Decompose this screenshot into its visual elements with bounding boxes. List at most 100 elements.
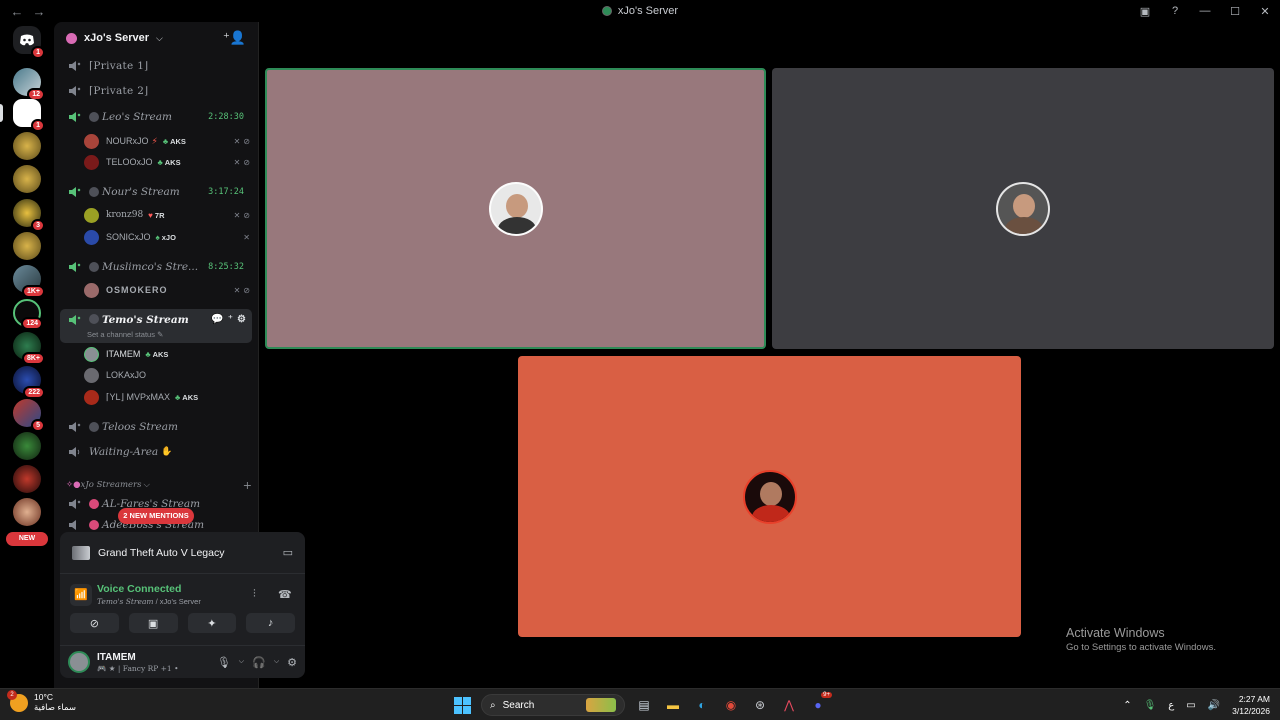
user-status-icons: ✕ ⊘ [234,286,250,295]
server-icon-12[interactable] [13,432,41,460]
server-icon-14[interactable] [13,498,41,526]
weather-widget[interactable]: 2 10°C سماء صافية [7,689,76,713]
start-button[interactable] [452,695,472,715]
voice-user-nourxjo[interactable]: NOURxJO ⚡ ♣ AKS ✕ ⊘ [84,132,254,150]
category-xjo-streamers[interactable]: ✧● xJo Streamers ⌵ + [66,478,252,492]
server-icon-5[interactable]: 3 [13,199,45,232]
disconnect-icon[interactable]: ☎ [278,588,292,601]
activities-button[interactable]: ✦ [187,613,237,633]
chat-icon[interactable]: 💬 [211,314,223,325]
camera-off-button[interactable]: ⊘ [70,613,119,633]
gear-icon[interactable]: ⚙ [237,314,246,325]
server-header[interactable]: xJo's Server ⌵ ⁺👤 [54,22,258,54]
avatar[interactable] [68,651,90,673]
back-arrow-icon[interactable]: ← [6,4,28,19]
app-icon[interactable]: ⋀ [779,695,799,715]
language-indicator[interactable]: ع [1168,700,1174,711]
server-icon-7[interactable]: 1K+ [13,265,45,298]
clock[interactable]: 2:27 AM 3/12/2026 [1232,693,1270,717]
channel-name: Leo's Stream [102,111,172,123]
voice-channel-muslimco[interactable]: Muslimco's Stre... 8:25:32 [60,257,252,277]
voice-user-osmoker[interactable]: OSMOKERO ✕ ⊘ [84,281,254,299]
pencil-icon: ✎ [157,330,164,339]
voice-channel-private2[interactable]: ⌈Private 2⌋ [60,81,252,101]
speaker-icon [67,314,81,326]
discord-taskbar-icon[interactable]: ● 9+ [808,692,832,715]
chevron-up-icon[interactable]: ⌃ [1123,700,1131,711]
voice-user-mvp[interactable]: ⌈YL⌋ MVPxMAX ♣ AKS [84,388,254,406]
avatar-head [505,193,528,218]
set-channel-status[interactable]: Set a channel status ✎ [87,330,163,339]
avatar-body [751,504,790,522]
search-label: Search [502,699,535,711]
invite-icon[interactable]: ⁺ [228,314,233,325]
add-member-icon[interactable]: ⁺👤 [223,30,246,46]
network-icon[interactable]: ▭ [1186,700,1195,711]
server-icon-11[interactable]: 5 [13,399,45,432]
create-channel-icon[interactable]: + [243,479,252,492]
task-view-icon[interactable]: ▤ [634,695,654,715]
forward-arrow-icon[interactable]: → [28,4,50,19]
share-screen-button[interactable]: ▣ [128,613,178,633]
video-tile-speaking[interactable] [265,68,766,349]
voice-user-kronz[interactable]: kronz98 ♥ 7R ✕ ⊘ [84,206,254,224]
search-highlight-image [586,698,616,712]
server-icon-9[interactable]: 8K+ [13,332,45,365]
server-icon-1[interactable]: 12 [13,68,45,101]
voice-channel-waiting[interactable]: Waiting-Area ✋ [60,442,252,462]
avatar [84,207,99,223]
windows-logo-icon [453,696,471,714]
unread-badge: 124 [21,317,43,330]
edge-icon[interactable]: ◐ [692,695,712,715]
signal-icon[interactable]: 📶 [70,584,92,606]
server-icon-10[interactable]: 222 [13,366,45,399]
gear-icon[interactable]: ⚙ [287,656,297,669]
server-icon-8[interactable]: 124 [13,299,43,330]
voice-channel-teloos[interactable]: Teloos Stream [60,417,252,437]
video-tile[interactable] [518,356,1021,637]
voice-user-loka[interactable]: LOKAxJO [84,366,254,384]
new-servers-pill[interactable]: NEW [6,532,48,546]
voice-channel-private1[interactable]: ⌈Private 1⌋ [60,56,252,76]
voice-channel-leo[interactable]: Leo's Stream 2:28:30 [60,107,252,127]
close-button[interactable]: ✕ [1250,5,1280,18]
server-icon-4[interactable] [13,165,41,193]
inbox-icon[interactable]: ▣ [1130,5,1160,18]
soundboard-button[interactable]: ♪ [246,613,295,633]
chevron-down-icon[interactable]: ⌵ [274,658,279,666]
server-icon-6[interactable] [13,232,41,260]
screen-share-icon[interactable]: ▭ [283,546,293,559]
custom-status: ★ | Fancy RP +1 • [108,663,179,673]
voice-user-itamem[interactable]: ITAMEM ♣ AKS [84,345,254,363]
server-icon-13[interactable] [13,465,41,493]
server-icon-current[interactable]: 1 [0,99,45,132]
taskbar: 2 10°C سماء صافية ⌕ Search ▤ ▬ ◐ ◉ ⊛ ⋀ ●… [0,688,1280,720]
help-icon[interactable]: ? [1160,5,1190,17]
voice-status[interactable]: Voice Connected [97,583,181,595]
mic-muted-icon: ✕ [233,210,241,220]
video-tile[interactable] [772,68,1274,349]
steam-icon[interactable]: ⊛ [750,695,770,715]
server-icon-3[interactable] [13,132,41,160]
discord-home-button[interactable]: 1 [13,26,45,59]
voice-location[interactable]: Temo's Stream / xJo's Server [97,597,201,606]
voice-channel-nour[interactable]: Nour's Stream 3:17:24 [60,182,252,202]
chrome-icon[interactable]: ◉ [721,695,741,715]
chevron-down-icon[interactable]: ⌵ [239,658,244,666]
speaker-icon [67,186,81,198]
voice-channel-temo[interactable]: Temo's Stream 💬 ⁺ ⚙ Set a channel status… [60,309,252,343]
voice-user-sonic[interactable]: SONICxJO ♠ xJO ✕ [84,228,254,246]
mic-tray-icon[interactable]: 🎙 [1144,700,1157,711]
mic-icon[interactable]: 🎙 [217,656,231,669]
taskbar-search[interactable]: ⌕ Search [481,694,625,716]
noise-suppression-icon[interactable]: ⫶ [253,588,256,601]
file-explorer-icon[interactable]: ▬ [663,695,683,715]
voice-user-teloo[interactable]: TELOOxJO ♣ AKS ✕ ⊘ [84,153,254,171]
new-mentions-pill[interactable]: 2 NEW MENTIONS [118,508,194,524]
volume-icon[interactable]: 🔊 [1208,700,1220,711]
headphones-icon[interactable]: 🎧 [252,656,266,669]
maximize-button[interactable]: ☐ [1220,5,1250,18]
user-info[interactable]: ITAMEM 🎮 ★ | Fancy RP +1 • [97,652,179,673]
tag-label: AKS [182,392,199,402]
minimize-button[interactable]: — [1190,5,1220,17]
